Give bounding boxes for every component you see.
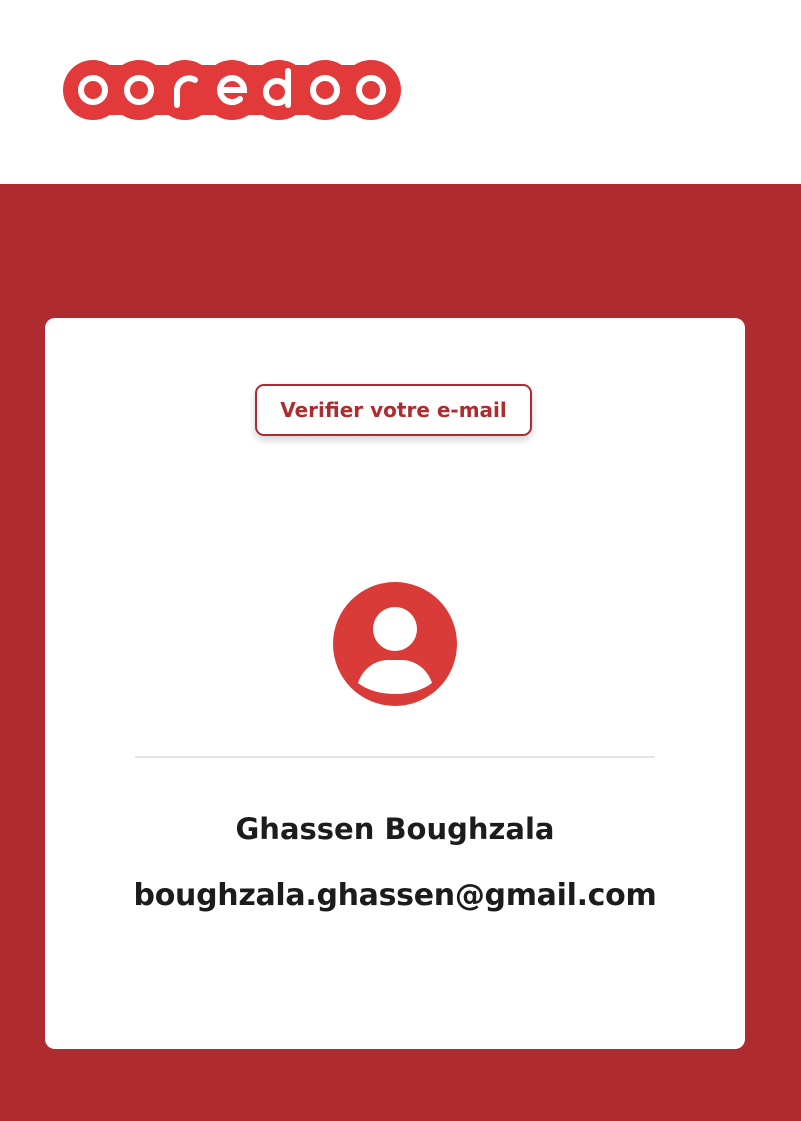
ooredoo-logo[interactable] [62,59,402,121]
header [0,0,801,184]
user-avatar-icon [333,582,457,706]
page: Verifier votre e-mail Ghassen Boughzala … [0,0,801,1121]
user-name: Ghassen Boughzala [235,812,555,846]
verify-email-button[interactable]: Verifier votre e-mail [255,384,532,436]
divider [135,756,655,758]
profile-card: Verifier votre e-mail Ghassen Boughzala … [45,318,745,1049]
user-email: boughzala.ghassen@gmail.com [133,878,657,913]
